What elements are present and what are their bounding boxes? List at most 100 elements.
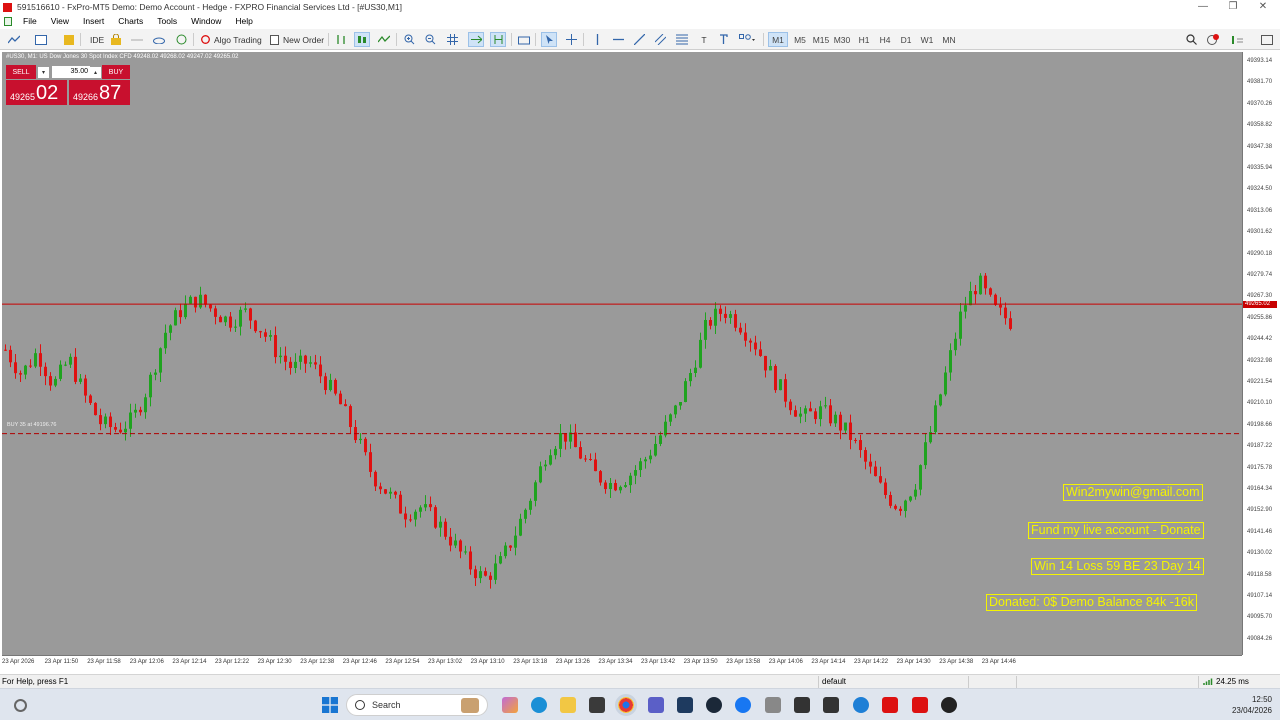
- volume-input[interactable]: 35.00: [52, 66, 90, 78]
- candle-body: [804, 408, 807, 414]
- candle-body: [429, 504, 432, 508]
- windows-start-icon[interactable]: [322, 697, 338, 713]
- copilot-icon[interactable]: [502, 697, 518, 713]
- price-axis[interactable]: 49393.14 49381.70 49370.26 49358.82 49347.38…: [1242, 52, 1277, 655]
- app-icon-1[interactable]: [765, 697, 781, 713]
- shapes-icon[interactable]: [717, 32, 733, 47]
- timeframe-m30[interactable]: M30: [832, 32, 852, 47]
- vertical-line-icon[interactable]: [589, 32, 605, 47]
- timeframe-m5[interactable]: M5: [790, 32, 810, 47]
- taskbar-search-box[interactable]: Search: [346, 694, 488, 716]
- buy-button[interactable]: BUY: [102, 65, 130, 79]
- fxpro-icon-1[interactable]: [882, 697, 898, 713]
- volume-decrease-icon[interactable]: ▾: [38, 67, 49, 78]
- chart-shift-icon[interactable]: [490, 32, 506, 47]
- candle-body: [339, 393, 342, 405]
- chart-area[interactable]: #US30, M1: US Dow Jones 30 Spot Index CF…: [2, 52, 1242, 655]
- algo-trading-button[interactable]: Algo Trading: [198, 32, 265, 47]
- candle-body: [624, 485, 627, 487]
- vps-icon[interactable]: [173, 32, 189, 47]
- signals-icon[interactable]: [129, 32, 145, 47]
- timeframe-m15[interactable]: M15: [811, 32, 831, 47]
- edge-browser-icon[interactable]: [531, 697, 547, 713]
- timeframe-d1[interactable]: D1: [896, 32, 916, 47]
- settings-icon[interactable]: [1259, 32, 1275, 47]
- chart-document-icon: [4, 17, 12, 26]
- indicators-icon[interactable]: [516, 32, 532, 47]
- notifications-icon[interactable]: [1205, 32, 1221, 47]
- candle-body: [184, 303, 187, 318]
- zoom-out-icon[interactable]: [422, 32, 438, 47]
- timeframe-w1[interactable]: W1: [917, 32, 937, 47]
- facebook-icon[interactable]: [735, 697, 751, 713]
- timeframe-h1[interactable]: H1: [854, 32, 874, 47]
- timeframe-m1[interactable]: M1: [768, 32, 788, 47]
- sell-price-button[interactable]: 49265 02: [6, 80, 67, 105]
- steam-icon[interactable]: [706, 697, 722, 713]
- crosshair-icon[interactable]: [563, 32, 579, 47]
- app-icon-3[interactable]: [823, 697, 839, 713]
- menu-window[interactable]: Window: [184, 14, 228, 29]
- candle-body: [944, 372, 947, 395]
- menu-help[interactable]: Help: [228, 14, 259, 29]
- cloud-icon[interactable]: [151, 32, 167, 47]
- time-axis[interactable]: 23 Apr 2026 23 Apr 11:50 23 Apr 11:58 23 Ap…: [2, 655, 1242, 669]
- close-button[interactable]: ✕: [1248, 0, 1278, 14]
- ide-button[interactable]: IDE: [87, 32, 107, 47]
- fibonacci-icon[interactable]: [674, 32, 690, 47]
- candle-body: [799, 413, 802, 417]
- menu-tools[interactable]: Tools: [150, 14, 184, 29]
- app-icon-2[interactable]: [794, 697, 810, 713]
- candle-body: [84, 378, 87, 396]
- candlestick-chart-icon[interactable]: [354, 32, 370, 47]
- app-icon-4[interactable]: [853, 697, 869, 713]
- text-tool-icon[interactable]: T: [696, 32, 712, 47]
- auto-scroll-icon[interactable]: [468, 32, 484, 47]
- candle-body: [964, 305, 967, 312]
- horizontal-line-icon[interactable]: [610, 32, 626, 47]
- channel-icon[interactable]: [652, 32, 668, 47]
- line-chart-icon[interactable]: [376, 32, 392, 47]
- new-order-button[interactable]: New Order: [267, 32, 327, 47]
- vpn-icon[interactable]: [677, 697, 693, 713]
- candle-body: [579, 447, 582, 459]
- volume-increase-icon[interactable]: ▴: [90, 67, 101, 78]
- app-icon-5[interactable]: [941, 697, 957, 713]
- widgets-icon[interactable]: [14, 699, 27, 712]
- bar-chart-icon[interactable]: [333, 32, 349, 47]
- objects-dropdown-icon[interactable]: [739, 32, 755, 47]
- grid-icon[interactable]: [444, 32, 460, 47]
- candle-body: [939, 394, 942, 406]
- sell-button[interactable]: SELL: [6, 65, 36, 79]
- chrome-icon[interactable]: [615, 694, 637, 716]
- store-icon[interactable]: [589, 697, 605, 713]
- menu-charts[interactable]: Charts: [111, 14, 150, 29]
- new-chart-icon[interactable]: [6, 32, 22, 47]
- search-icon[interactable]: [1183, 32, 1199, 47]
- lock-icon[interactable]: [108, 32, 124, 47]
- teams-icon[interactable]: [648, 697, 664, 713]
- market-watch-icon[interactable]: [61, 32, 77, 47]
- candle-body: [1004, 307, 1007, 319]
- taskbar-clock[interactable]: 12:50 23/04/2026: [1224, 694, 1272, 716]
- buy-price-button[interactable]: 49266 87: [69, 80, 130, 105]
- timeframe-mn[interactable]: MN: [939, 32, 959, 47]
- file-explorer-icon[interactable]: [560, 697, 576, 713]
- zoom-in-icon[interactable]: [401, 32, 417, 47]
- candle-body: [519, 518, 522, 536]
- signal-strength-icon[interactable]: [1229, 32, 1245, 47]
- menu-view[interactable]: View: [44, 14, 76, 29]
- cursor-icon[interactable]: [541, 32, 557, 47]
- candle-body: [759, 349, 762, 356]
- candle-body: [9, 349, 12, 363]
- menu-file[interactable]: File: [16, 14, 44, 29]
- time-tick-label: 23 Apr 14:06: [768, 659, 803, 665]
- timeframe-h4[interactable]: H4: [875, 32, 895, 47]
- candle-body: [974, 291, 977, 295]
- minimize-button[interactable]: —: [1188, 0, 1218, 14]
- trendline-icon[interactable]: [631, 32, 647, 47]
- fxpro-icon-2[interactable]: [912, 697, 928, 713]
- menu-insert[interactable]: Insert: [76, 14, 111, 29]
- profiles-icon[interactable]: [33, 32, 49, 47]
- maximize-button[interactable]: ❐: [1218, 0, 1248, 14]
